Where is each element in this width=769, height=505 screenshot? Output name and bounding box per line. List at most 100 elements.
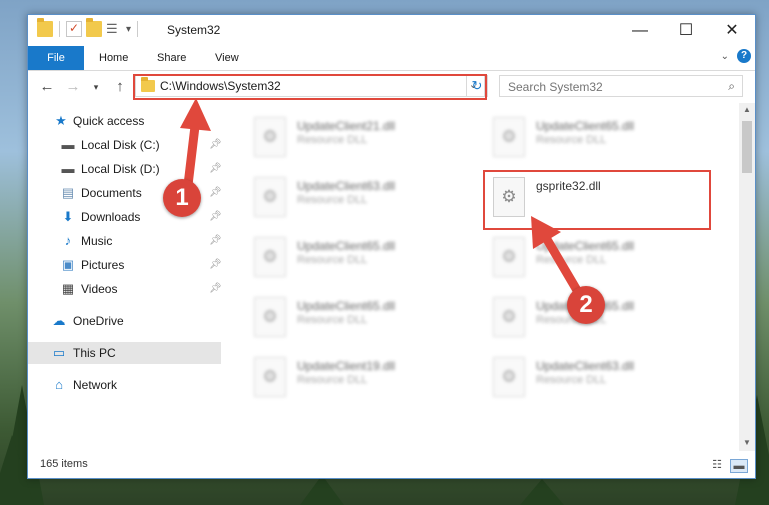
dll-gear-icon: ⚙	[254, 297, 286, 337]
pictures-icon: ▣	[61, 257, 75, 272]
file-list: ⚙ UpdateClient21.dll Resource DLL ⚙ Upda…	[221, 103, 739, 451]
sidebar-item-network[interactable]: ⌂ Network	[28, 374, 221, 396]
step-2-badge: 2	[567, 286, 605, 324]
item-count: 165 items	[40, 458, 88, 470]
scroll-down-icon[interactable]: ▼	[739, 438, 755, 447]
navigation-pane: ★ Quick access ▬ Local Disk (C:) 📌︎ ▬ Lo…	[28, 110, 222, 450]
sidebar-item-videos[interactable]: ▦ Videos 📌︎	[28, 278, 222, 300]
details-view-icon[interactable]: ☷	[709, 459, 725, 471]
file-type: Resource DLL	[536, 374, 607, 386]
folder-icon[interactable]	[37, 18, 53, 37]
customize-toolbar-icon[interactable]: ☰	[106, 21, 122, 37]
sidebar-item-music[interactable]: ♪ Music 📌︎	[28, 230, 222, 252]
expand-ribbon-icon[interactable]: ⌄	[721, 51, 729, 62]
drive-icon: ▬	[61, 161, 75, 176]
network-icon: ⌂	[55, 377, 63, 392]
search-box[interactable]: ⌕	[499, 75, 743, 97]
sidebar-item-label: Music	[81, 234, 113, 248]
pin-icon[interactable]: 📌︎	[209, 254, 222, 276]
sidebar-item-label: Quick access	[73, 114, 145, 128]
monitor-icon: ▭	[52, 345, 66, 360]
dll-gear-icon: ⚙	[493, 117, 525, 157]
tab-view[interactable]: View	[203, 46, 251, 70]
file-type: Resource DLL	[297, 134, 368, 146]
search-input[interactable]	[506, 78, 720, 96]
file-item[interactable]: ⚙ UpdateClient21.dll Resource DLL	[244, 113, 472, 161]
search-icon[interactable]: ⌕	[728, 79, 735, 94]
scrollbar-thumb[interactable]	[742, 121, 752, 173]
status-bar: 165 items ☷ ▬	[28, 455, 755, 477]
up-arrow-icon[interactable]: ↑	[110, 78, 130, 96]
file-name: UpdateClient21.dll	[297, 119, 396, 133]
sidebar-item-label: Local Disk (D:)	[81, 162, 160, 176]
file-type: Resource DLL	[536, 254, 607, 266]
file-item[interactable]: ⚙ UpdateClient19.dll Resource DLL	[244, 353, 472, 401]
file-name: UpdateClient63.dll	[297, 179, 396, 193]
download-arrow-icon: ⬇	[62, 209, 74, 224]
tab-home[interactable]: Home	[87, 46, 140, 70]
sidebar-item-label: Pictures	[81, 258, 125, 272]
pin-icon[interactable]: 📌︎	[209, 230, 222, 252]
cloud-icon: ☁	[52, 313, 66, 328]
sidebar-item-pictures[interactable]: ▣ Pictures 📌︎	[28, 254, 222, 276]
pin-icon[interactable]: 📌︎	[209, 278, 222, 300]
scroll-up-icon[interactable]: ▲	[739, 105, 755, 114]
file-highlight	[483, 170, 711, 230]
toolbar-divider	[137, 21, 139, 37]
tab-share[interactable]: Share	[145, 46, 198, 70]
minimize-button[interactable]: —	[617, 15, 663, 46]
drive-icon: ▬	[61, 137, 75, 152]
film-icon: ▦	[61, 281, 75, 296]
sidebar-item-this-pc[interactable]: ▭ This PC	[28, 342, 221, 364]
sidebar-item-onedrive[interactable]: ☁ OneDrive	[28, 310, 221, 332]
dll-gear-icon: ⚙	[254, 117, 286, 157]
tab-file[interactable]: File	[28, 46, 84, 70]
music-note-icon: ♪	[64, 233, 72, 248]
file-item[interactable]: ⚙ UpdateClient63.dll Resource DLL	[483, 353, 711, 401]
close-button[interactable]: ✕	[709, 15, 755, 46]
file-item[interactable]: ⚙ UpdateClient65.dll Resource DLL	[244, 233, 472, 281]
address-bar-highlight	[133, 74, 487, 100]
file-type: Resource DLL	[536, 134, 607, 146]
file-type: Resource DLL	[297, 314, 368, 326]
pin-icon[interactable]: 📌︎	[209, 134, 222, 156]
sidebar-item-label: Network	[73, 378, 118, 392]
sidebar-item-label: Local Disk (C:)	[81, 138, 160, 152]
file-item[interactable]: ⚙ UpdateClient65.dll Resource DLL	[483, 233, 711, 281]
pin-icon[interactable]: 📌︎	[209, 206, 222, 228]
star-icon: ★	[55, 113, 67, 128]
sidebar-item-local-disk-d[interactable]: ▬ Local Disk (D:) 📌︎	[28, 158, 222, 180]
pin-icon[interactable]: 📌︎	[209, 182, 222, 204]
new-folder-icon[interactable]	[86, 18, 102, 37]
maximize-button[interactable]: ☐	[663, 15, 709, 46]
file-item[interactable]: ⚙ UpdateClient65.dll Resource DLL	[483, 113, 711, 161]
toolbar-divider	[59, 21, 60, 37]
chevron-down-icon[interactable]: ▾	[126, 24, 131, 35]
back-arrow-icon[interactable]: ←	[37, 78, 57, 96]
documents-icon: ▤	[61, 185, 75, 200]
sidebar-item-local-disk-c[interactable]: ▬ Local Disk (C:) 📌︎	[28, 134, 222, 156]
large-icons-view-icon[interactable]: ▬	[730, 459, 748, 473]
file-type: Resource DLL	[297, 254, 368, 266]
vertical-scrollbar[interactable]: ▲ ▼	[739, 103, 755, 451]
forward-arrow-icon[interactable]: →	[63, 78, 83, 96]
dll-gear-icon: ⚙	[254, 357, 286, 397]
dll-gear-icon: ⚙	[493, 357, 525, 397]
sidebar-item-quick-access[interactable]: ★ Quick access	[28, 110, 221, 132]
ribbon-tabs: File Home Share View ⌄ ?	[28, 46, 755, 71]
dll-gear-icon: ⚙	[254, 237, 286, 277]
sidebar-item-label: Documents	[81, 186, 142, 200]
file-name: UpdateClient65.dll	[536, 239, 635, 253]
dll-gear-icon: ⚙	[493, 297, 525, 337]
recent-locations-chevron-icon[interactable]: ▾	[86, 78, 106, 96]
pin-icon[interactable]: 📌︎	[209, 158, 222, 180]
sidebar-item-label: Videos	[81, 282, 118, 296]
help-icon[interactable]: ?	[737, 49, 751, 63]
file-item[interactable]: ⚙ UpdateClient63.dll Resource DLL	[244, 173, 472, 221]
file-name: UpdateClient65.dll	[297, 299, 396, 313]
file-name: UpdateClient63.dll	[536, 359, 635, 373]
file-name: UpdateClient65.dll	[297, 239, 396, 253]
properties-check-icon[interactable]: ✓	[66, 21, 82, 37]
file-item[interactable]: ⚙ UpdateClient65.dll Resource DLL	[244, 293, 472, 341]
window-title: System32	[167, 23, 221, 37]
